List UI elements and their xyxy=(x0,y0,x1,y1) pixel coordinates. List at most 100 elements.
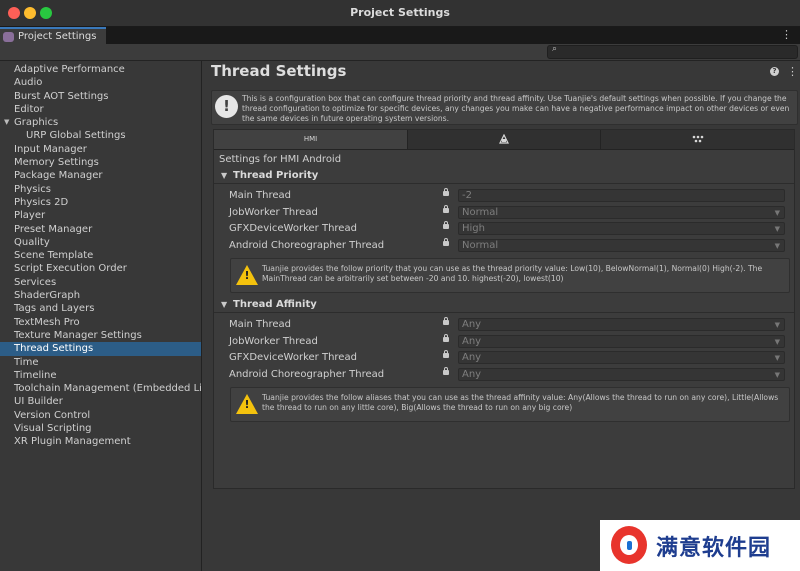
sidebar-item[interactable]: Package Manager xyxy=(0,169,201,182)
sidebar-item[interactable]: Script Execution Order xyxy=(0,262,201,275)
help-icon[interactable]: ? xyxy=(770,67,779,76)
sidebar-item-label: Package Manager xyxy=(14,170,103,182)
sidebar-item[interactable]: UI Builder xyxy=(0,395,201,408)
sidebar-item-label: Quality xyxy=(14,236,50,248)
sidebar-item[interactable]: Toolchain Management (Embedded Linux) xyxy=(0,382,201,395)
setting-row: GFXDeviceWorker Thread High ▼ xyxy=(214,221,794,237)
platform-grid-icon xyxy=(692,135,703,142)
sidebar-item[interactable]: Scene Template xyxy=(0,249,201,262)
setting-dropdown[interactable]: Normal ▼ xyxy=(458,205,785,219)
setting-label: Main Thread xyxy=(229,319,292,330)
setting-label: GFXDeviceWorker Thread xyxy=(229,352,357,364)
setting-row: JobWorker Thread Any ▼ xyxy=(214,333,794,350)
setting-row: GFXDeviceWorker Thread Any ▼ xyxy=(214,350,794,366)
setting-value: High xyxy=(462,223,485,235)
dropdown-arrow-icon: ▼ xyxy=(774,242,780,251)
sidebar-item-label: Toolchain Management (Embedded Linux) xyxy=(14,383,201,395)
foldout-arrow-icon: ▼ xyxy=(221,171,228,180)
sidebar-item[interactable]: Burst AOT Settings xyxy=(0,90,201,103)
sidebar-item[interactable]: Thread Settings xyxy=(0,342,201,356)
sidebar-item[interactable]: Editor xyxy=(0,103,201,116)
sidebar-item[interactable]: ▼ Graphics xyxy=(0,116,201,129)
setting-label: JobWorker Thread xyxy=(229,335,318,347)
sidebar-item[interactable]: Input Manager xyxy=(0,143,201,156)
sidebar-item[interactable]: Quality xyxy=(0,236,201,249)
setting-row: Main Thread -2 xyxy=(214,188,794,204)
sidebar-item-label: Player xyxy=(14,210,46,222)
sidebar-item[interactable]: Preset Manager xyxy=(0,223,201,236)
sidebar-item[interactable]: Services xyxy=(0,276,201,289)
lock-icon[interactable] xyxy=(443,221,449,230)
sidebar-item[interactable]: TextMesh Pro xyxy=(0,316,201,329)
lock-icon[interactable] xyxy=(443,350,449,359)
sidebar-list: Adaptive Performance Audio Burst AOT Setti… xyxy=(0,61,201,449)
sidebar-item-label: Visual Scripting xyxy=(14,423,92,435)
search-icon: ⌕ xyxy=(552,44,558,54)
sidebar-item-label: Tags and Layers xyxy=(14,303,95,315)
lock-icon[interactable] xyxy=(443,188,449,196)
warning-exclamation: ! xyxy=(244,398,250,411)
page-title: Thread Settings xyxy=(211,62,347,80)
sidebar-item[interactable]: Memory Settings xyxy=(0,156,201,169)
lock-icon[interactable] xyxy=(443,204,449,213)
setting-row: Android Choreographer Thread Normal ▼ xyxy=(214,238,794,254)
sidebar-item-label: Services xyxy=(14,276,57,288)
thread-priority-section-header[interactable]: ▼ Thread Priority xyxy=(214,169,794,184)
sidebar-item[interactable]: Audio xyxy=(0,76,201,89)
sidebar-item[interactable]: Adaptive Performance xyxy=(0,63,201,76)
sidebar-item-label: URP Global Settings xyxy=(26,130,126,142)
lock-icon[interactable] xyxy=(443,333,449,342)
tab-android[interactable] xyxy=(408,130,601,149)
setting-dropdown[interactable]: Any ▼ xyxy=(458,334,785,348)
sidebar-item[interactable]: Texture Manager Settings xyxy=(0,329,201,342)
setting-label: Android Choreographer Thread xyxy=(229,240,385,252)
sidebar-item-label: Audio xyxy=(14,77,43,89)
setting-label: GFXDeviceWorker Thread xyxy=(229,223,357,235)
affinity-warning-box: ! Tuanjie provides the follow aliases th… xyxy=(230,387,790,422)
sidebar-item[interactable]: Time xyxy=(0,356,201,369)
main-panel: Thread Settings ? ⋮ ! This is a configur… xyxy=(202,61,800,571)
setting-dropdown[interactable]: Normal ▼ xyxy=(458,239,785,253)
dropdown-arrow-icon: ▼ xyxy=(774,208,780,217)
lock-icon[interactable] xyxy=(443,317,449,325)
sidebar-item[interactable]: Tags and Layers xyxy=(0,302,201,315)
sidebar-item-label: Time xyxy=(14,356,39,368)
sidebar-item[interactable]: XR Plugin Management xyxy=(0,435,201,448)
lock-icon[interactable] xyxy=(443,238,449,247)
sidebar-item[interactable]: Player xyxy=(0,209,201,222)
expand-arrow-icon[interactable]: ▼ xyxy=(4,116,9,129)
sidebar-item-label: Version Control xyxy=(14,409,91,421)
sidebar-item[interactable]: Physics 2D xyxy=(0,196,201,209)
sidebar-item-label: Editor xyxy=(14,103,44,115)
info-text: This is a configuration box that can con… xyxy=(242,94,790,123)
lock-icon[interactable] xyxy=(443,367,449,376)
setting-value: Any xyxy=(462,335,482,347)
setting-row: JobWorker Thread Normal ▼ xyxy=(214,204,794,221)
search-input[interactable]: ⌕ xyxy=(547,44,798,59)
thread-affinity-section-header[interactable]: ▼ Thread Affinity xyxy=(214,298,794,313)
setting-dropdown[interactable]: High ▼ xyxy=(458,222,785,236)
tab-other-platform[interactable] xyxy=(601,130,794,149)
sidebar-item[interactable]: URP Global Settings xyxy=(0,129,201,142)
sidebar-item[interactable]: Version Control xyxy=(0,409,201,422)
sidebar-item[interactable]: Physics xyxy=(0,183,201,196)
settings-tab-icon xyxy=(3,32,14,42)
sidebar-item-label: UI Builder xyxy=(14,396,63,408)
setting-dropdown[interactable]: Any ▼ xyxy=(458,368,785,382)
sidebar-item[interactable]: ShaderGraph xyxy=(0,289,201,302)
sidebar-item[interactable]: Visual Scripting xyxy=(0,422,201,435)
setting-input[interactable]: -2 xyxy=(458,189,785,202)
sidebar-item-label: Graphics xyxy=(14,117,59,129)
setting-dropdown[interactable]: Any ▼ xyxy=(458,351,785,365)
sidebar-item-label: ShaderGraph xyxy=(14,290,81,302)
sidebar-item[interactable]: Timeline xyxy=(0,369,201,382)
tab-hmi[interactable]: HMI xyxy=(214,130,408,149)
platform-settings-panel: HMI Settings for HMI Android ▼ Thread Pr… xyxy=(213,129,795,489)
settings-menu-icon[interactable]: ⋮ xyxy=(787,65,798,78)
setting-dropdown[interactable]: Any ▼ xyxy=(458,318,785,331)
platform-tabs: HMI xyxy=(214,130,794,150)
dropdown-arrow-icon: ▼ xyxy=(774,371,780,380)
window-menu-icon[interactable]: ⋮ xyxy=(781,28,792,41)
sidebar-item-label: TextMesh Pro xyxy=(14,316,80,328)
tab-project-settings[interactable]: Project Settings xyxy=(0,27,106,44)
